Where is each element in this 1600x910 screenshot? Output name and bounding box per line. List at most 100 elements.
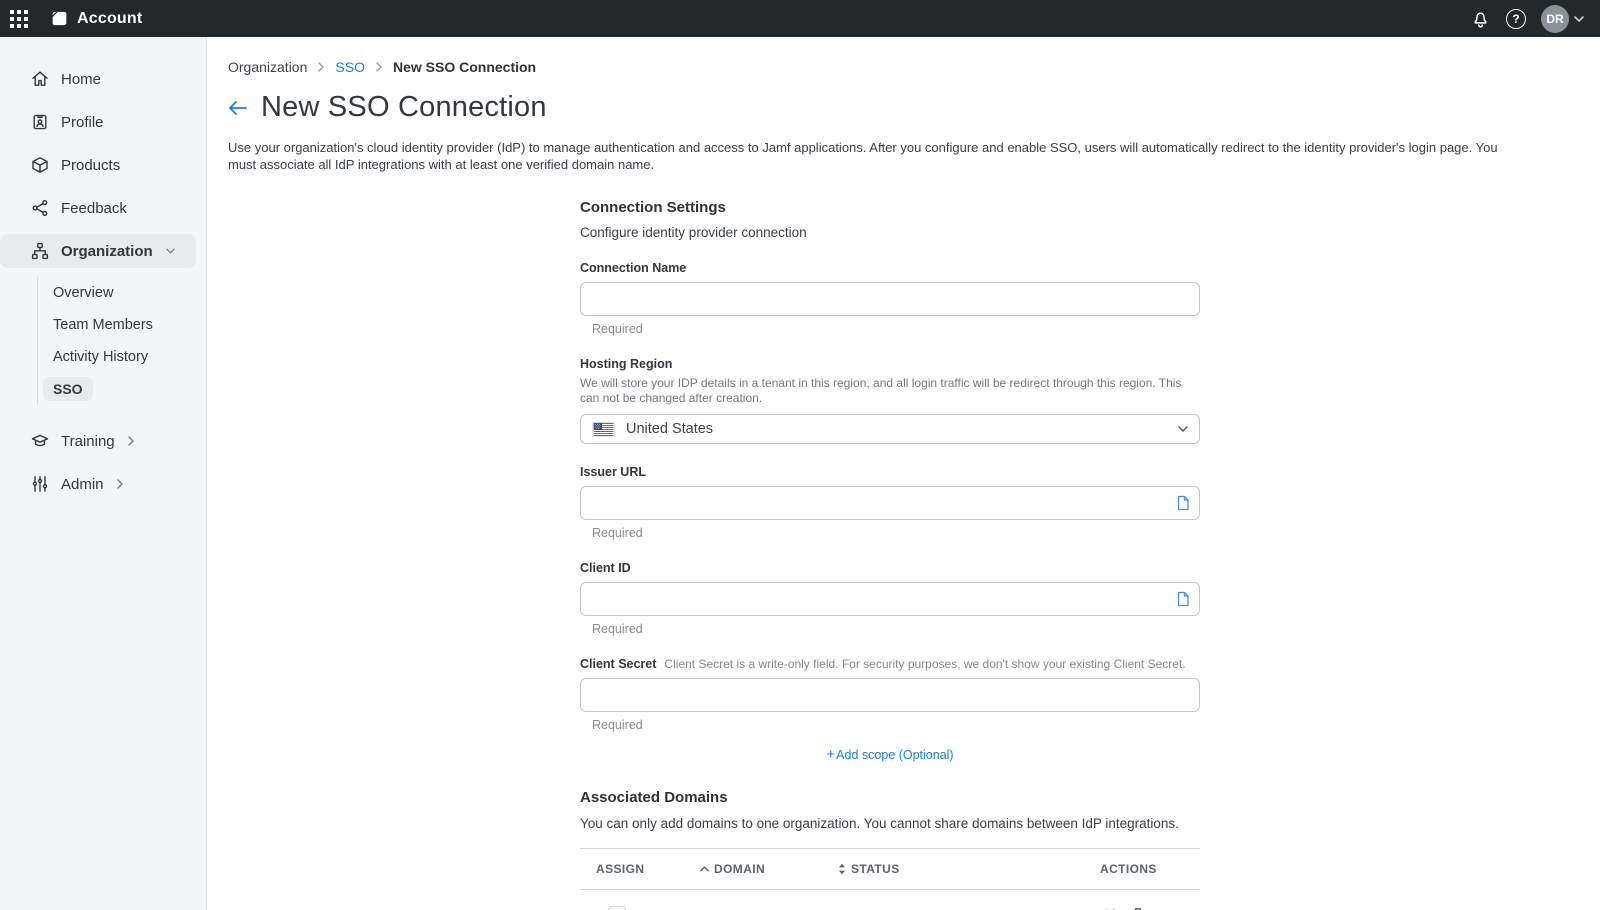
sidebar-item-feedback[interactable]: Feedback <box>0 191 206 225</box>
client-secret-helper: Client Secret is a write-only field. For… <box>664 657 1185 671</box>
connection-settings-heading: Connection Settings <box>580 199 1200 216</box>
sub-item-label: Team Members <box>53 317 153 333</box>
breadcrumb-current: New SSO Connection <box>393 59 536 75</box>
delete-button[interactable] <box>1129 906 1147 910</box>
client-id-label: Client ID <box>580 561 1200 575</box>
hosting-region-value: United States <box>626 421 713 437</box>
edit-button[interactable] <box>1100 906 1118 910</box>
client-secret-input[interactable] <box>590 679 1190 711</box>
bell-icon <box>1470 8 1491 29</box>
breadcrumb-sso[interactable]: SSO <box>335 59 365 75</box>
required-hint: Required <box>592 622 1200 636</box>
sidebar-item-admin[interactable]: Admin <box>0 467 206 501</box>
sidebar-item-label: Organization <box>61 243 153 260</box>
document-copy-icon <box>1176 591 1190 607</box>
sidebar-item-training[interactable]: Training <box>0 424 206 458</box>
issuer-url-paste-button[interactable] <box>1176 495 1190 511</box>
add-scope-row: + Add scope (Optional) <box>580 747 1200 762</box>
title-row: New SSO Connection <box>228 91 1600 124</box>
jamf-logo-icon <box>50 9 69 28</box>
chevron-right-icon <box>117 479 123 489</box>
connection-name-field-group: Connection Name Required <box>580 261 1200 336</box>
chevron-down-icon <box>1574 16 1584 22</box>
associated-domains-section: Associated Domains You can only add doma… <box>580 789 1200 910</box>
sso-form: Connection Settings Configure identity p… <box>580 199 1200 910</box>
sidebar-item-home[interactable]: Home <box>0 62 206 96</box>
brand[interactable]: Account <box>50 9 142 28</box>
header-label: DOMAIN <box>714 862 765 876</box>
breadcrumb: Organization SSO New SSO Connection <box>228 59 1600 75</box>
sidebar-item-sso[interactable]: SSO <box>53 373 206 405</box>
client-id-input-wrap <box>580 582 1200 616</box>
arrow-left-icon <box>228 100 248 116</box>
issuer-url-input-wrap <box>580 486 1200 520</box>
chevron-down-icon <box>166 248 175 254</box>
domains-table: ASSIGN DOMAIN STATUS ACTIONS <box>580 848 1200 910</box>
header-domain[interactable]: DOMAIN <box>700 862 838 876</box>
graduation-cap-icon <box>30 431 50 451</box>
org-chart-icon <box>30 241 50 261</box>
box-icon <box>30 155 50 175</box>
connection-link[interactable]: connection <box>901 907 969 910</box>
sidebar-item-label: Feedback <box>61 200 127 217</box>
domains-table-header: ASSIGN DOMAIN STATUS ACTIONS <box>580 848 1200 890</box>
table-row: abcinc.com Used in connection <box>580 890 1200 910</box>
avatar: DR <box>1541 5 1569 33</box>
issuer-url-label: Issuer URL <box>580 465 1200 479</box>
connection-settings-subheading: Configure identity provider connection <box>580 225 1200 240</box>
hosting-region-label: Hosting Region <box>580 357 1200 371</box>
help-button[interactable]: ? <box>1506 9 1526 29</box>
app-grid-button[interactable] <box>10 10 28 28</box>
connection-name-input-wrap <box>580 282 1200 316</box>
associated-domains-heading: Associated Domains <box>580 789 1200 806</box>
header-label: STATUS <box>851 862 900 876</box>
issuer-url-input[interactable] <box>590 487 1170 519</box>
connection-name-label: Connection Name <box>580 261 1200 275</box>
trash-icon <box>1129 906 1147 910</box>
sidebar-item-products[interactable]: Products <box>0 148 206 182</box>
sidebar-item-profile[interactable]: Profile <box>0 105 206 139</box>
main-content: Organization SSO New SSO Connection New … <box>207 37 1600 910</box>
sidebar-item-label: Admin <box>61 476 104 493</box>
status-text: Used in <box>850 907 897 910</box>
home-icon <box>30 69 50 89</box>
share-nodes-icon <box>30 198 50 218</box>
edit-icon <box>1100 906 1118 910</box>
sidebar-item-organization[interactable]: Organization <box>0 234 196 268</box>
sidebar-item-overview[interactable]: Overview <box>53 277 206 309</box>
sidebar-item-activity-history[interactable]: Activity History <box>53 341 206 373</box>
header-status[interactable]: STATUS <box>838 862 1100 876</box>
breadcrumb-separator-icon <box>318 62 324 72</box>
plus-icon: + <box>826 747 835 762</box>
document-copy-icon <box>1176 495 1190 511</box>
notifications-button[interactable] <box>1470 8 1491 29</box>
client-secret-label-row: Client Secret Client Secret is a write-o… <box>580 657 1200 671</box>
header-label: ASSIGN <box>596 862 644 876</box>
topbar-left: Account <box>10 9 142 28</box>
client-secret-input-wrap <box>580 678 1200 712</box>
client-id-paste-button[interactable] <box>1176 591 1190 607</box>
breadcrumb-organization[interactable]: Organization <box>228 59 307 75</box>
topbar: Account ? DR <box>0 0 1600 37</box>
client-secret-label: Client Secret <box>580 657 656 671</box>
page-description: Use your organization's cloud identity p… <box>228 139 1520 173</box>
hosting-region-select[interactable]: United States <box>580 414 1200 444</box>
actions-cell <box>1100 906 1200 910</box>
client-id-input[interactable] <box>590 583 1170 615</box>
organization-submenu: Overview Team Members Activity History S… <box>37 277 206 405</box>
back-button[interactable] <box>228 100 248 116</box>
assign-checkbox[interactable] <box>608 906 626 910</box>
chevron-down-icon <box>1178 426 1188 432</box>
us-flag-icon <box>592 422 615 437</box>
header-assign: ASSIGN <box>596 862 700 876</box>
sidebar-item-team-members[interactable]: Team Members <box>53 309 206 341</box>
required-hint: Required <box>592 322 1200 336</box>
breadcrumb-separator-icon <box>376 62 382 72</box>
account-menu-button[interactable]: DR <box>1541 5 1584 33</box>
client-secret-field-group: Client Secret Client Secret is a write-o… <box>580 657 1200 732</box>
connection-name-input[interactable] <box>590 283 1190 315</box>
sidebar: Home Profile Products Feedback Organizat… <box>0 37 207 910</box>
add-scope-button[interactable]: + Add scope (Optional) <box>826 747 953 762</box>
hosting-region-field-group: Hosting Region We will store your IDP de… <box>580 357 1200 444</box>
header-label: ACTIONS <box>1100 862 1157 876</box>
